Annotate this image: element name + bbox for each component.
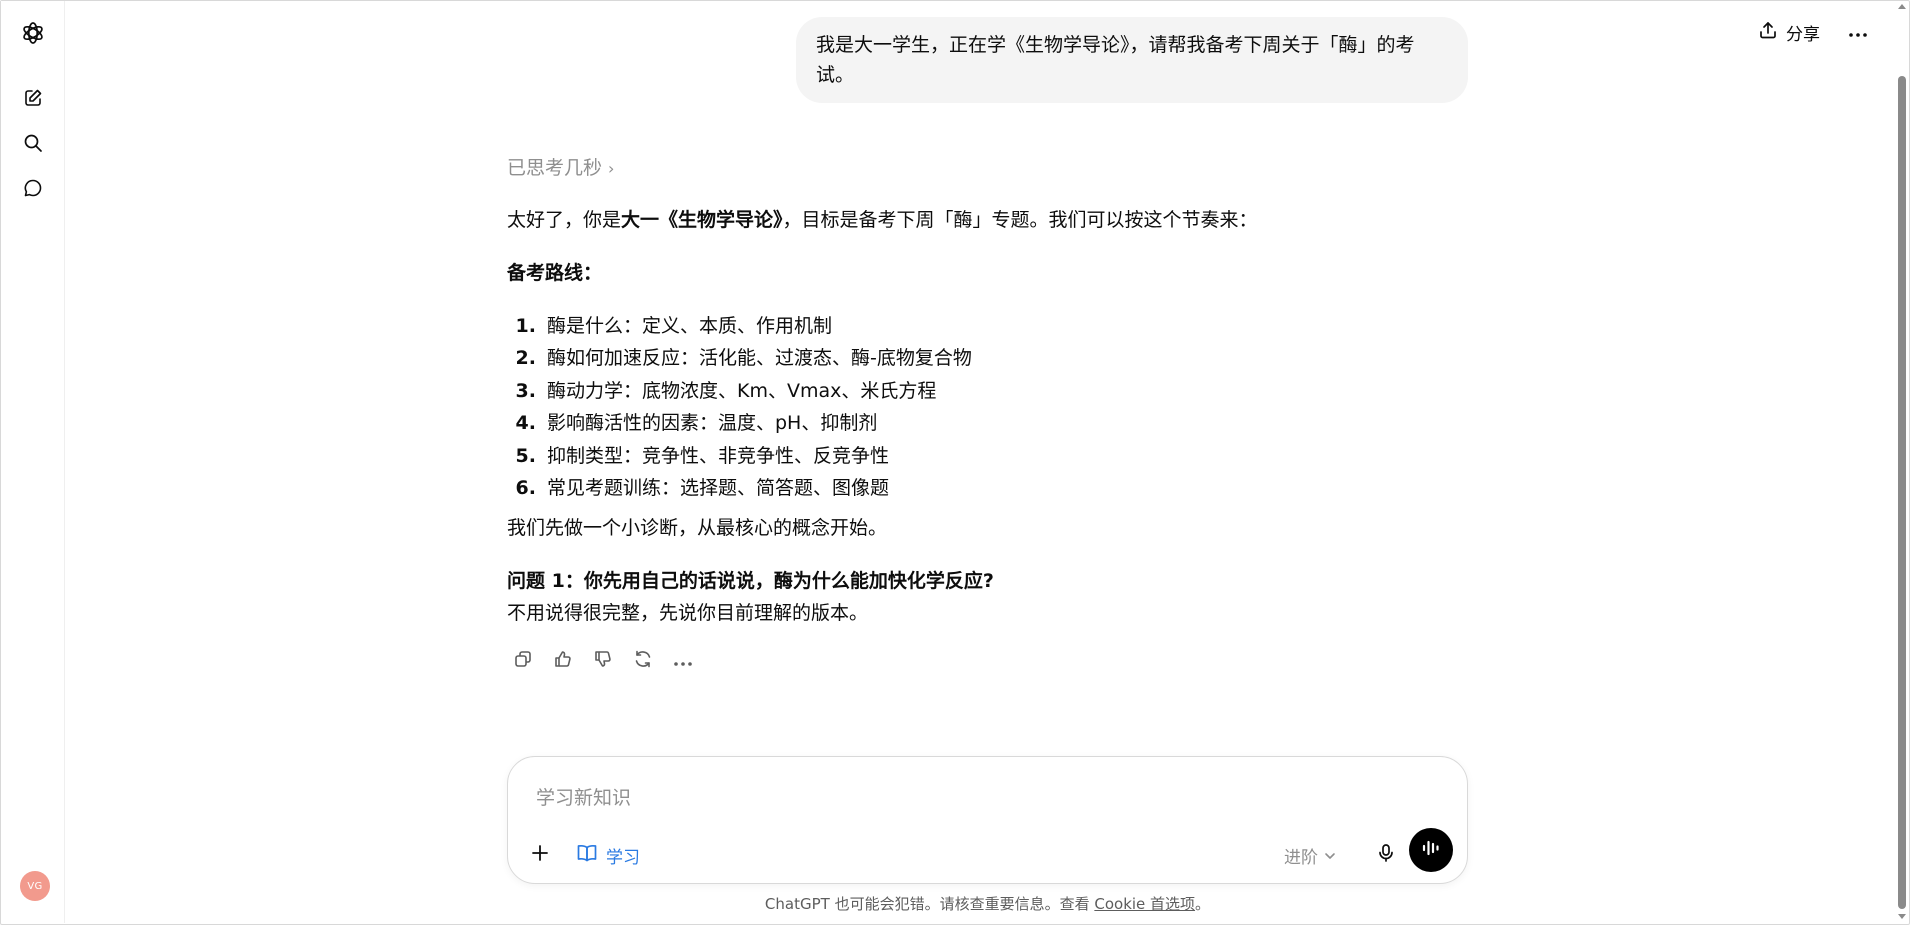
chevron-down-icon xyxy=(1324,845,1336,865)
search-button[interactable] xyxy=(15,125,51,161)
open-book-icon xyxy=(576,843,598,868)
list-item: 4. 影响酶活性的因素：温度、pH、抑制剂 xyxy=(507,407,972,439)
message-more-button[interactable] xyxy=(665,643,701,679)
list-item: 5. 抑制类型：竞争性、非竞争性、反竞争性 xyxy=(507,440,972,472)
scroll-down-arrow-icon[interactable] xyxy=(1898,914,1906,919)
more-icon xyxy=(673,650,693,672)
step-number: 5. xyxy=(515,444,536,467)
list-item: 2. 酶如何加速反应：活化能、过渡态、酶-底物复合物 xyxy=(507,342,972,374)
regenerate-icon xyxy=(633,649,653,674)
chats-button[interactable] xyxy=(15,170,51,206)
edit-icon xyxy=(23,88,43,108)
regenerate-button[interactable] xyxy=(625,643,661,679)
upload-icon xyxy=(1758,20,1778,45)
scroll-up-arrow-icon[interactable] xyxy=(1898,4,1906,9)
level-dropdown[interactable]: 进阶 xyxy=(1276,837,1344,873)
level-label: 进阶 xyxy=(1284,847,1318,868)
intro-paragraph: 太好了，你是大一《生物学导论》，目标是备考下周「酶」专题。我们可以按这个节奏来： xyxy=(507,205,1258,235)
steps-list: 1. 酶是什么：定义、本质、作用机制 2. 酶如何加速反应：活化能、过渡态、酶-底物… xyxy=(507,310,972,504)
thought-label: 已思考几秒 xyxy=(507,157,603,179)
more-options-button[interactable] xyxy=(1840,14,1876,50)
step-number: 1. xyxy=(515,315,536,337)
cookie-preferences-link[interactable]: Cookie 首选项 xyxy=(1094,895,1195,913)
disclaimer-text: ChatGPT 也可能会犯错。请核查重要信息。查看 xyxy=(764,895,1095,913)
study-mode-button[interactable]: 学习 xyxy=(568,837,648,873)
copy-button[interactable] xyxy=(505,643,541,679)
step-text: 常见考题训练：选择题、简答题、图像题 xyxy=(547,476,890,499)
search-icon xyxy=(23,133,43,153)
disclaimer: ChatGPT 也可能会犯错。请核查重要信息。查看 Cookie 首选项。 xyxy=(0,893,1910,914)
thought-toggle[interactable]: 已思考几秒 › xyxy=(507,153,614,180)
sidebar: VG xyxy=(1,1,65,923)
step-text: 抑制类型：竞争性、非竞争性、反竞争性 xyxy=(547,444,890,467)
share-button[interactable]: 分享 xyxy=(1748,14,1830,50)
intro-bold: 大一《生物学导论》 xyxy=(621,209,783,231)
list-item: 1. 酶是什么：定义、本质、作用机制 xyxy=(507,310,972,342)
step-text: 酶是什么：定义、本质、作用机制 xyxy=(547,315,833,337)
step-text: 酶动力学：底物浓度、Km、Vmax、米氏方程 xyxy=(547,379,937,402)
route-title: 备考路线： xyxy=(507,262,603,284)
intro-after: ，目标是备考下周「酶」专题。我们可以按这个节奏来： xyxy=(782,209,1258,231)
new-chat-button[interactable] xyxy=(15,80,51,116)
openai-logo-icon[interactable] xyxy=(15,15,51,51)
step-text: 酶如何加速反应：活化能、过渡态、酶-底物复合物 xyxy=(547,347,972,370)
thumbs-down-icon xyxy=(593,649,613,674)
question-title: 问题 1：你先用自己的话说说，酶为什么能加快化学反应? xyxy=(507,570,994,592)
study-mode-label: 学习 xyxy=(606,847,640,868)
user-message: 我是大一学生，正在学《生物学导论》，请帮我备考下周关于「酶」的考试。 xyxy=(796,17,1468,103)
step-number: 6. xyxy=(515,476,536,499)
step-number: 4. xyxy=(515,412,536,435)
voice-mode-button[interactable] xyxy=(1409,828,1453,872)
chat-bubble-icon xyxy=(23,178,43,198)
list-item: 3. 酶动力学：底物浓度、Km、Vmax、米氏方程 xyxy=(507,375,972,407)
thumbs-down-button[interactable] xyxy=(585,643,621,679)
share-label: 分享 xyxy=(1786,24,1820,45)
add-attachment-button[interactable] xyxy=(522,837,558,873)
scroll-thumb[interactable] xyxy=(1898,76,1906,909)
thumbs-up-icon xyxy=(553,649,573,674)
step-number: 3. xyxy=(515,379,536,402)
plus-icon xyxy=(530,843,550,867)
scrollbar[interactable] xyxy=(1895,0,1909,925)
composer: 学习 进阶 xyxy=(507,756,1468,884)
question-subtext: 不用说得很完整，先说你目前理解的版本。 xyxy=(507,602,869,624)
step-text: 影响酶活性的因素：温度、pH、抑制剂 xyxy=(547,412,878,435)
step-number: 2. xyxy=(515,347,536,370)
thumbs-up-button[interactable] xyxy=(545,643,581,679)
ellipsis-icon xyxy=(1848,23,1868,42)
dictate-button[interactable] xyxy=(1368,837,1404,873)
intro-before: 太好了，你是 xyxy=(507,209,622,231)
prompt-input[interactable] xyxy=(534,779,1418,817)
audio-waveform-icon xyxy=(1421,838,1441,862)
message-actions xyxy=(505,643,701,679)
microphone-icon xyxy=(1376,843,1396,867)
copy-icon xyxy=(513,649,533,674)
diagnosis-paragraph: 我们先做一个小诊断，从最核心的概念开始。 xyxy=(507,517,888,539)
disclaimer-suffix: 。 xyxy=(1195,895,1211,913)
list-item: 6. 常见考题训练：选择题、简答题、图像题 xyxy=(507,472,972,504)
chevron-right-icon: › xyxy=(608,159,615,178)
